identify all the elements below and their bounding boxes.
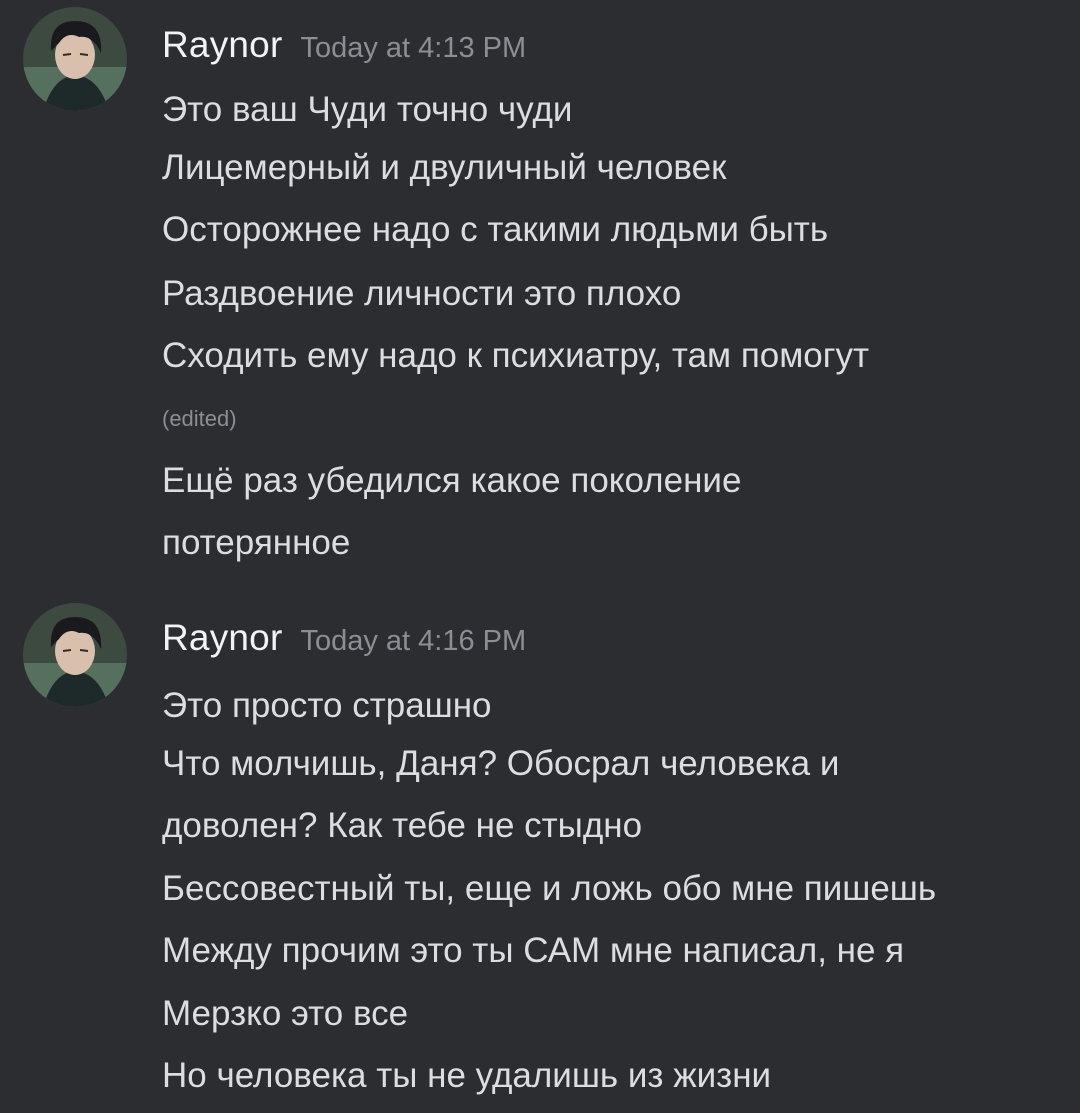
avatar[interactable] <box>23 7 127 111</box>
message-header: Raynor Today at 4:13 PM <box>162 24 526 66</box>
author-name[interactable]: Raynor <box>162 617 282 659</box>
message-line: Это просто страшно <box>162 686 492 725</box>
message-line: Сходить ему надо к психиатру, там помогу… <box>162 336 870 375</box>
avatar-image <box>23 603 127 707</box>
message-line: Раздвоение личности это плохо <box>162 274 682 313</box>
message-timestamp[interactable]: Today at 4:16 PM <box>300 625 526 658</box>
avatar[interactable] <box>23 603 127 707</box>
edited-label: (edited) <box>162 406 237 431</box>
message-line: Ещё раз убедился какое поколение <box>162 461 742 500</box>
message-line: Мерзко это все <box>162 994 409 1033</box>
message-timestamp[interactable]: Today at 4:13 PM <box>300 32 526 65</box>
message-line: Между прочим это ты САМ мне написал, не … <box>162 931 905 970</box>
avatar-image <box>23 7 127 111</box>
author-name[interactable]: Raynor <box>162 24 282 66</box>
message-header: Raynor Today at 4:16 PM <box>162 617 526 659</box>
message-line: Лицемерный и двуличный человек <box>162 148 727 187</box>
message-line: потерянное <box>162 523 351 562</box>
message-line: Осторожнее надо с такими людьми быть <box>162 210 829 249</box>
chat-messages: Raynor Today at 4:13 PM Это ваш Чуди точ… <box>0 0 1080 1113</box>
message-line: доволен? Как тебе не стыдно <box>162 806 643 845</box>
message-line: Что молчишь, Даня? Обосрал человека и <box>162 744 840 783</box>
message-line: Это ваш Чуди точно чуди <box>162 90 573 129</box>
message-line: Но человека ты не удалишь из жизни <box>162 1056 772 1095</box>
message-line: Бессовестный ты, еще и ложь обо мне пише… <box>162 869 937 908</box>
